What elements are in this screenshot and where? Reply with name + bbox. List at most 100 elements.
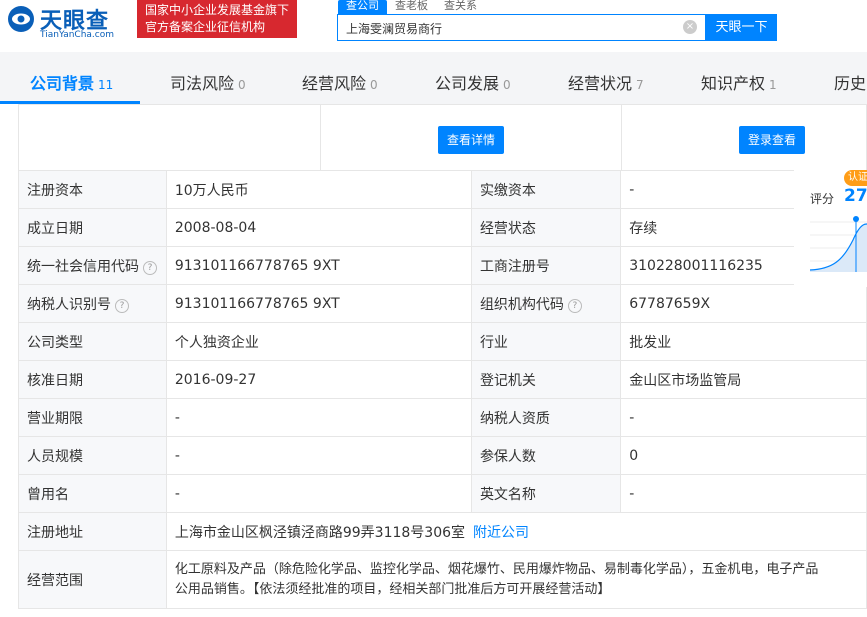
- value-address-cell: 上海市金山区枫泾镇泾商路99弄3118号306室 附近公司: [165, 512, 867, 551]
- value-org-code: 67787659X: [620, 284, 867, 323]
- view-detail-button[interactable]: 查看详情: [438, 126, 504, 154]
- tab-company[interactable]: 查公司: [338, 0, 387, 14]
- info-table: 注册资本 10万人民币 实缴资本 - 成立日期 2008-08-04 经营状态 …: [18, 170, 867, 609]
- label-company-type: 公司类型: [18, 322, 167, 361]
- label-former-name: 曾用名: [18, 474, 167, 513]
- tab-label: 历史: [834, 74, 867, 93]
- tab-relation[interactable]: 查关系: [436, 0, 485, 14]
- label-business-term: 营业期限: [18, 398, 167, 437]
- score-label: 评分: [810, 192, 835, 206]
- table-row: 成立日期 2008-08-04 经营状态 存续: [18, 208, 867, 247]
- label-credit-code: 统一社会信用代码: [27, 258, 139, 275]
- table-row: 经营范围 化工原料及产品（除危险化学品、监控化学品、烟花爆竹、民用爆炸物品、易制…: [18, 550, 867, 609]
- table-row: 人员规模 - 参保人数 0: [18, 436, 867, 475]
- help-icon[interactable]: ?: [115, 298, 129, 313]
- value-insured-count: 0: [620, 436, 867, 475]
- score-panel[interactable]: 认证后获 评分 27 +3: [794, 170, 867, 287]
- tab-business-status[interactable]: 经营状况 7: [568, 70, 644, 94]
- search-button[interactable]: 天眼一下: [706, 14, 777, 41]
- eye-logo-icon: [8, 6, 34, 32]
- value-company-type: 个人独资企业: [165, 322, 472, 361]
- section-nav: 公司背景 11 司法风险 0 经营风险 0 公司发展 0 经营状况 7 知识产权 1 历史: [0, 52, 867, 104]
- value-industry: 批发业: [620, 322, 867, 361]
- label-authority: 登记机关: [470, 360, 622, 399]
- value-former-name: -: [165, 474, 472, 513]
- value-credit-code: 913101166778765 9XT: [165, 246, 472, 285]
- label-org-code-cell: 组织机构代码?: [470, 284, 622, 323]
- nearby-companies-link[interactable]: 附近公司: [473, 525, 529, 541]
- top-cell-detail: 查看详情: [321, 105, 622, 171]
- value-approval-date: 2016-09-27: [165, 360, 472, 399]
- company-info-panel: 查看详情 登录查看 注册资本 10万人民币 实缴资本 - 成立日期 2008-0…: [18, 104, 867, 617]
- tab-company-background[interactable]: 公司背景 11: [30, 70, 113, 94]
- value-taxpayer-id: 913101166778765 9XT: [165, 284, 472, 323]
- label-reg-number: 工商注册号: [470, 246, 622, 285]
- search-input[interactable]: 上海雯澜贸易商行 ×: [337, 14, 706, 41]
- help-icon[interactable]: ?: [567, 298, 582, 313]
- tab-count: 0: [370, 78, 378, 92]
- label-staff-size: 人员规模: [18, 436, 167, 475]
- tab-label: 经营风险: [302, 74, 367, 93]
- value-taxpayer-qual: -: [620, 398, 867, 437]
- label-english-name: 英文名称: [470, 474, 622, 513]
- table-row: 统一社会信用代码? 913101166778765 9XT 工商注册号 3102…: [18, 246, 867, 285]
- search-value[interactable]: 上海雯澜贸易商行: [346, 20, 442, 37]
- search-tabs: 查公司 查老板 查关系: [338, 0, 485, 14]
- value-english-name: -: [620, 474, 867, 513]
- label-status: 经营状态: [470, 208, 622, 247]
- tab-development[interactable]: 公司发展 0: [435, 70, 511, 94]
- tab-label: 公司背景: [30, 74, 95, 93]
- label-scope: 经营范围: [18, 550, 167, 609]
- tab-label: 司法风险: [170, 74, 235, 93]
- login-view-button[interactable]: 登录查看: [739, 126, 805, 154]
- value-staff-size: -: [165, 436, 472, 475]
- value-scope-line-1: 化工原料及产品（除危险化学品、监控化学品、烟花爆竹、民用爆炸物品、易制毒化学品）…: [174, 561, 819, 577]
- tab-label: 公司发展: [435, 74, 500, 93]
- tab-count: 0: [503, 78, 511, 92]
- tab-ip[interactable]: 知识产权 1: [701, 70, 777, 94]
- tab-label: 经营状况: [568, 74, 633, 93]
- table-row: 曾用名 - 英文名称 -: [18, 474, 867, 513]
- top-action-row: 查看详情 登录查看: [18, 104, 867, 171]
- label-address: 注册地址: [18, 512, 167, 551]
- clear-icon[interactable]: ×: [683, 20, 697, 34]
- brand-sub: TianYanCha.com: [40, 30, 115, 40]
- tab-count: 7: [636, 78, 644, 92]
- header: 天眼查 TianYanCha.com 国家中小企业发展基金旗下 官方备案企业征信…: [0, 0, 867, 52]
- label-taxpayer-qual: 纳税人资质: [470, 398, 622, 437]
- table-row: 营业期限 - 纳税人资质 -: [18, 398, 867, 437]
- score-value: 27: [844, 186, 867, 206]
- tab-label: 知识产权: [701, 74, 766, 93]
- label-taxpayer-id: 纳税人识别号: [27, 296, 111, 313]
- label-founded-date: 成立日期: [18, 208, 167, 247]
- value-address: 上海市金山区枫泾镇泾商路99弄3118号306室: [174, 524, 466, 541]
- tab-legal-risk[interactable]: 司法风险 0: [170, 70, 246, 94]
- banner-line-1: 国家中小企业发展基金旗下: [145, 3, 290, 17]
- banner: 国家中小企业发展基金旗下 官方备案企业征信机构: [137, 0, 297, 38]
- tab-operation-risk[interactable]: 经营风险 0: [302, 70, 378, 94]
- tab-history[interactable]: 历史: [834, 70, 866, 94]
- label-credit-code-cell: 统一社会信用代码?: [18, 246, 167, 285]
- tab-boss[interactable]: 查老板: [387, 0, 436, 14]
- label-paid-capital: 实缴资本: [470, 170, 622, 209]
- value-business-term: -: [165, 398, 472, 437]
- value-scope-line-2: 公用品销售。【依法须经批准的项目，经相关部门批准后方可开展经营活动】: [174, 581, 611, 597]
- top-cell-login: 登录查看: [622, 105, 867, 171]
- label-approval-date: 核准日期: [18, 360, 167, 399]
- logo[interactable]: 天眼查 TianYanCha.com: [0, 0, 128, 46]
- table-row: 纳税人识别号? 913101166778765 9XT 组织机构代码? 6778…: [18, 284, 867, 323]
- help-icon[interactable]: ?: [143, 260, 157, 275]
- value-authority: 金山区市场监管局: [620, 360, 867, 399]
- label-org-code: 组织机构代码: [479, 296, 564, 313]
- value-founded-date: 2008-08-04: [165, 208, 472, 247]
- banner-line-2: 官方备案企业征信机构: [145, 20, 266, 34]
- table-row: 注册资本 10万人民币 实缴资本 -: [18, 170, 867, 209]
- table-row: 注册地址 上海市金山区枫泾镇泾商路99弄3118号306室 附近公司: [18, 512, 867, 551]
- label-industry: 行业: [470, 322, 622, 361]
- label-insured-count: 参保人数: [470, 436, 622, 475]
- certify-badge[interactable]: 认证后获: [844, 170, 867, 186]
- top-cell-empty: [19, 105, 321, 171]
- label-taxpayer-id-cell: 纳税人识别号?: [18, 284, 167, 323]
- tab-count: 1: [769, 78, 777, 92]
- table-row: 核准日期 2016-09-27 登记机关 金山区市场监管局: [18, 360, 867, 399]
